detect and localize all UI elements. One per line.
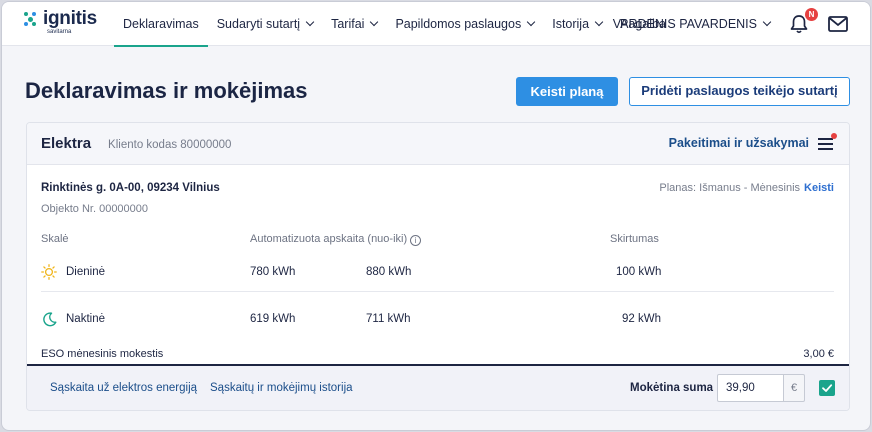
mail-icon	[828, 16, 848, 32]
info-icon[interactable]: i	[410, 235, 422, 246]
object-address: Rinktinės g. 0A-00, 09234 Vilnius	[41, 182, 220, 194]
app-window: ignitis savitarna Deklaravimas Sudaryti …	[1, 1, 871, 431]
column-diff: Skirtumas	[610, 233, 659, 245]
notifications-button[interactable]: N	[790, 8, 818, 34]
row-name: Dieninė	[66, 266, 105, 278]
eso-fee-value: 3,00 €	[803, 348, 834, 360]
chevron-down-icon	[305, 17, 315, 26]
notification-badge: N	[805, 8, 818, 21]
add-provider-contract-button[interactable]: Pridėti paslaugos teikėjo sutartį	[629, 77, 850, 106]
chevron-down-icon	[370, 17, 379, 26]
nav-item-papildomos-paslaugos[interactable]: Papildomos paslaugos	[386, 2, 543, 46]
reading-diff: 100 kWh	[616, 266, 662, 278]
chevron-down-icon	[526, 17, 536, 26]
payment-history-link[interactable]: Sąskaitų ir mokėjimų istorija	[210, 382, 353, 394]
card-header: Elektra Kliento kodas 80000000 Pakeitima…	[27, 123, 849, 165]
user-menu[interactable]: VARDENIS PAVARDENIS	[612, 17, 772, 31]
user-name: VARDENIS PAVARDENIS	[612, 17, 757, 31]
nav-label: Tarifai	[331, 16, 365, 31]
plan-label: Planas: Išmanus - Mėnesinis	[659, 182, 801, 194]
nav-label: Sudaryti sutartį	[216, 16, 301, 31]
reading-diff: 92 kWh	[622, 313, 661, 325]
pay-checkbox[interactable]	[819, 380, 835, 396]
page-title: Deklaravimas ir mokėjimas	[25, 78, 308, 103]
logo-text: ignitis	[43, 7, 97, 29]
row-divider	[41, 291, 834, 292]
logo-mark-icon	[24, 11, 40, 28]
checkmark-icon	[822, 384, 833, 392]
nav-label: Istorija	[552, 16, 590, 31]
nav-item-sudaryti-sutarti[interactable]: Sudaryti sutartį	[208, 2, 322, 46]
nav-item-tarifai[interactable]: Tarifai	[322, 2, 386, 46]
reading-to: 711 kWh	[366, 313, 411, 325]
change-plan-button[interactable]: Keisti planą	[516, 77, 618, 106]
table-row: Naktinė 619 kWh 711 kWh 92 kWh	[41, 300, 834, 340]
top-navigation: ignitis savitarna Deklaravimas Sudaryti …	[2, 2, 870, 47]
eso-fee-label: ESO mėnesinis mokestis	[41, 348, 164, 360]
plan-info: Planas: Išmanus - Mėnesinis Keisti	[659, 182, 834, 194]
messages-button[interactable]	[828, 16, 848, 32]
changes-orders-link[interactable]: Pakeitimai ir užsakymai	[669, 136, 809, 150]
nav-item-istorija[interactable]: Istorija	[543, 2, 611, 46]
logo[interactable]: ignitis savitarna	[2, 2, 114, 46]
hamburger-menu-icon[interactable]	[818, 133, 837, 150]
nav-right: VARDENIS PAVARDENIS N	[613, 2, 848, 46]
client-code: Kliento kodas 80000000	[108, 138, 232, 151]
column-scale: Skalė	[41, 233, 69, 245]
invoice-link[interactable]: Sąskaita už elektros energiją	[50, 382, 197, 394]
row-name: Naktinė	[66, 313, 105, 325]
main-nav: Deklaravimas Sudaryti sutartį Tarifai Pa…	[114, 2, 675, 47]
chevron-down-icon	[762, 17, 772, 27]
electricity-card: Elektra Kliento kodas 80000000 Pakeitima…	[26, 122, 850, 411]
reading-from: 780 kWh	[250, 266, 296, 278]
amount-due-label: Mokėtina suma	[630, 382, 714, 394]
column-auto: Automatizuota apskaita (nuo-iki) i	[250, 233, 422, 246]
logo-subtext: savitarna	[47, 28, 72, 35]
amount-due-input[interactable]: 39,90	[717, 374, 784, 402]
currency-suffix: €	[783, 374, 805, 402]
column-auto-label: Automatizuota apskaita (nuo-iki)	[250, 233, 408, 245]
moon-icon	[43, 312, 57, 327]
table-row: Dieninė 780 kWh 880 kWh 100 kWh	[41, 253, 834, 293]
reading-to: 880 kWh	[366, 266, 412, 278]
card-title: Elektra	[41, 135, 92, 152]
nav-item-deklaravimas[interactable]: Deklaravimas	[114, 2, 208, 47]
object-number: Objekto Nr. 00000000	[41, 203, 149, 215]
nav-label: Deklaravimas	[123, 16, 199, 31]
card-footer: Sąskaita už elektros energiją Sąskaitų i…	[27, 364, 849, 410]
change-plan-link[interactable]: Keisti	[804, 182, 834, 194]
menu-alert-dot	[831, 133, 837, 139]
sun-icon	[41, 264, 57, 280]
reading-from: 619 kWh	[250, 313, 296, 325]
nav-label: Papildomos paslaugos	[395, 16, 522, 31]
chevron-down-icon	[594, 17, 604, 26]
